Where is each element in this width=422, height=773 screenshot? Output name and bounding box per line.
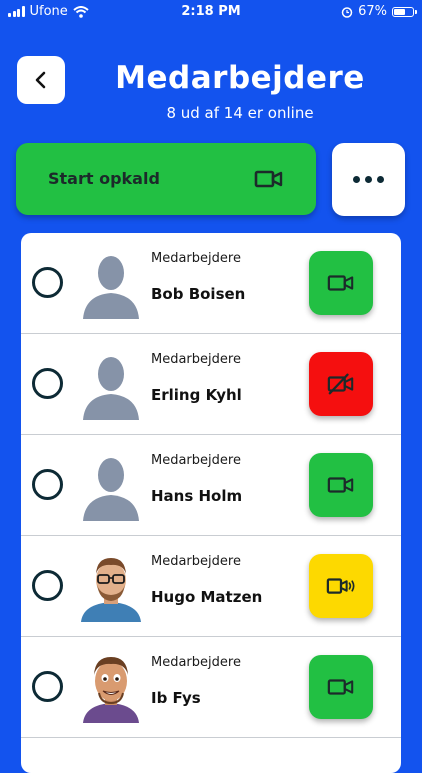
battery-fill <box>394 8 406 15</box>
select-radio[interactable] <box>32 671 63 702</box>
start-call-label: Start opkald <box>48 169 160 188</box>
member-name: Bob Boisen <box>151 285 246 303</box>
select-radio[interactable] <box>32 570 63 601</box>
member-list: Medarbejdere Bob Boisen Medarbejdere Erl… <box>21 233 401 773</box>
member-list-item[interactable]: Medarbejdere Hans Holm <box>21 435 401 536</box>
video-off-icon <box>327 373 354 395</box>
member-role: Medarbejdere <box>151 554 241 569</box>
video-camera-icon <box>327 477 354 493</box>
member-role: Medarbejdere <box>151 352 241 367</box>
select-radio[interactable] <box>32 368 63 399</box>
start-call-button[interactable]: Start opkald <box>16 143 316 215</box>
alarm-icon <box>341 6 353 18</box>
video-call-button[interactable] <box>309 352 373 416</box>
avatar-placeholder-icon <box>83 357 139 420</box>
video-call-button[interactable] <box>309 655 373 719</box>
avatar-placeholder-icon <box>83 458 139 521</box>
page-subtitle: 8 ud af 14 er online <box>166 104 314 122</box>
video-camera-icon <box>327 679 354 695</box>
avatar-photo <box>81 558 141 622</box>
member-name: Hans Holm <box>151 487 243 505</box>
member-role: Medarbejdere <box>151 655 241 670</box>
more-dot <box>365 176 372 183</box>
video-call-button[interactable] <box>309 251 373 315</box>
chevron-left-icon <box>35 71 46 89</box>
battery-percent: 67% <box>358 4 387 19</box>
status-right: 67% <box>341 4 417 19</box>
video-active-icon <box>326 578 355 594</box>
more-dot <box>377 176 384 183</box>
member-list-item[interactable]: Medarbejdere Hugo Matzen <box>21 536 401 637</box>
video-call-button[interactable] <box>309 453 373 517</box>
video-call-button[interactable] <box>309 554 373 618</box>
member-name: Hugo Matzen <box>151 588 263 606</box>
video-camera-icon <box>254 170 283 188</box>
select-radio[interactable] <box>32 267 63 298</box>
more-dot <box>353 176 360 183</box>
avatar-cartoon <box>83 657 139 723</box>
member-role: Medarbejdere <box>151 251 241 266</box>
member-list-item[interactable]: Medarbejdere Bob Boisen <box>21 233 401 334</box>
select-radio[interactable] <box>32 469 63 500</box>
more-button[interactable] <box>332 143 405 216</box>
member-name: Ib Fys <box>151 689 201 707</box>
battery-icon <box>392 6 417 17</box>
status-bar: Ufone 2:18 PM 67% <box>0 0 422 24</box>
back-button[interactable] <box>17 56 65 104</box>
video-camera-icon <box>327 275 354 291</box>
member-list-item[interactable]: Medarbejdere Ib Fys <box>21 637 401 738</box>
page-title: Medarbejdere <box>115 60 365 96</box>
member-role: Medarbejdere <box>151 453 241 468</box>
member-name: Erling Kyhl <box>151 386 242 404</box>
avatar-placeholder-icon <box>83 256 139 319</box>
member-list-item[interactable]: Medarbejdere Erling Kyhl <box>21 334 401 435</box>
